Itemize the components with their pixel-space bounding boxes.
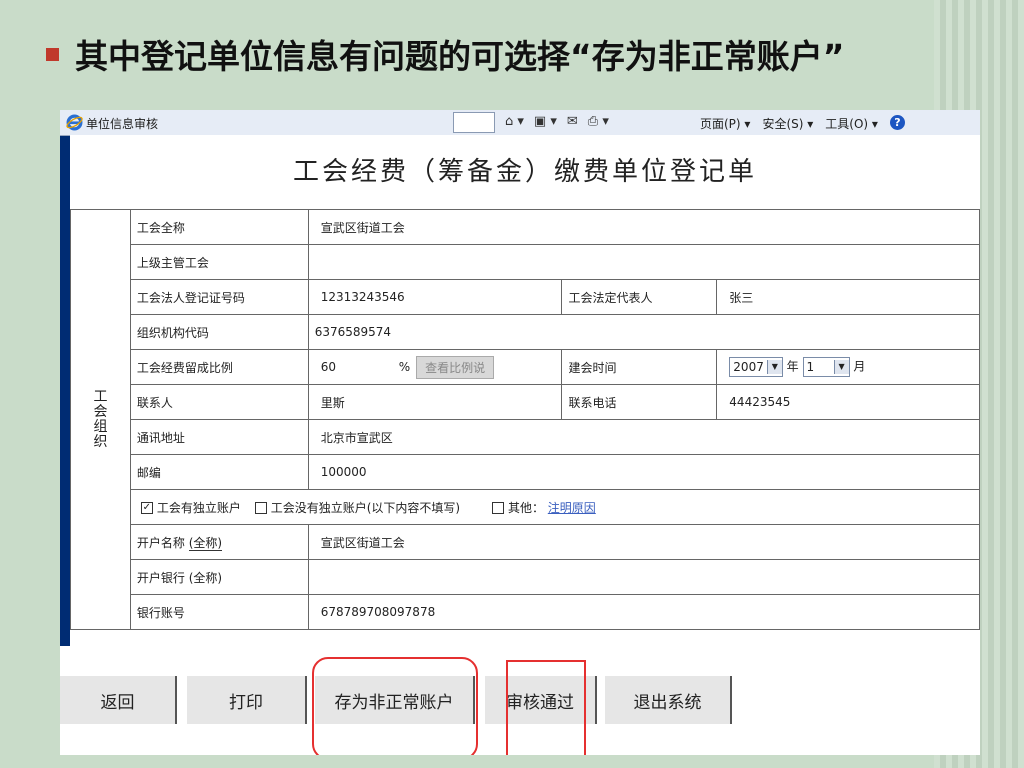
row-org-code: 组织机构代码 6376589574 xyxy=(71,314,980,350)
month-unit: 月 xyxy=(853,359,866,374)
label-org-code: 组织机构代码 xyxy=(129,314,309,350)
slide-title-text: 其中登记单位信息有问题的可选择“存为非正常账户” xyxy=(75,37,845,76)
form-title: 工会经费（筹备金）缴费单位登记单 xyxy=(292,157,757,187)
menu-page[interactable]: 页面(P) ▾ xyxy=(700,115,750,132)
row-contact: 联系人 里斯 联系电话 44423545 xyxy=(71,384,980,420)
value-union-name[interactable]: 宣武区街道工会 xyxy=(307,209,980,245)
browser-window: 单位信息审核 ⌂ ▾ ▣ ▾ ✉ ⎙ ▾ 页面(P) ▾ 安全(S) ▾ 工具(… xyxy=(60,110,980,755)
row-parent-union: 上级主管工会 xyxy=(71,244,980,280)
slide-title: 其中登记单位信息有问题的可选择“存为非正常账户” xyxy=(46,28,844,80)
label-zip: 邮编 xyxy=(129,454,309,490)
year-select[interactable]: 2007 ▼ xyxy=(729,357,783,377)
side-label: 工会组织 xyxy=(70,209,131,630)
year-unit: 年 xyxy=(786,359,799,374)
label-contact: 联系人 xyxy=(129,384,309,420)
row-account-name: 开户名称 (全称) 宣武区街道工会 xyxy=(71,524,980,560)
row-union-name: 工会组织 工会全称 宣武区街道工会 xyxy=(70,209,980,630)
back-button[interactable]: 返回 xyxy=(60,676,177,724)
bullet-icon xyxy=(46,47,59,61)
value-parent-union[interactable] xyxy=(307,244,980,280)
row-account-options: ✓ 工会有独立账户 工会没有独立账户(以下内容不填写) 其他： 注明原因 xyxy=(71,489,980,525)
specify-reason-link[interactable]: 注明原因 xyxy=(548,501,596,515)
has-account-checkbox[interactable]: ✓ 工会有独立账户 xyxy=(140,501,241,515)
label-legal-rep: 工会法定代表人 xyxy=(561,279,718,315)
help-icon[interactable]: ? xyxy=(889,115,905,130)
form-table: 工会组织 工会全称 宣武区街道工会 上级主管工会 工会法人登记证号码 12313… xyxy=(70,209,980,630)
checkbox-checked-icon: ✓ xyxy=(140,502,153,514)
chevron-down-icon: ▼ xyxy=(766,360,782,374)
value-phone[interactable]: 44423545 xyxy=(716,384,980,420)
view-ratio-button[interactable]: 查看比例说 xyxy=(416,355,495,379)
value-account-name[interactable]: 宣武区街道工会 xyxy=(307,524,980,560)
other-checkbox[interactable]: 其他： xyxy=(491,501,544,515)
no-account-checkbox[interactable]: 工会没有独立账户(以下内容不填写) xyxy=(254,501,460,515)
label-account-name: 开户名称 (全称) xyxy=(129,524,309,560)
window-title: 单位信息审核 xyxy=(86,117,159,131)
row-reg-no: 工会法人登记证号码 12313243546 工会法定代表人 张三 xyxy=(71,279,980,315)
row-zip: 邮编 100000 xyxy=(71,454,980,490)
value-reg-no[interactable]: 12313243546 xyxy=(307,279,563,315)
exit-button[interactable]: 退出系统 xyxy=(605,676,732,724)
label-address: 通讯地址 xyxy=(129,419,309,455)
mail-icon[interactable]: ✉ xyxy=(567,114,578,129)
row-account-no: 银行账号 678789708097878 xyxy=(71,594,980,630)
print-icon[interactable]: ⎙ ▾ xyxy=(588,114,609,129)
ratio-unit: % xyxy=(398,359,411,374)
label-union-name: 工会全称 xyxy=(129,209,309,245)
label-bank: 开户银行 (全称) xyxy=(129,559,309,595)
checkbox-icon xyxy=(491,502,504,514)
highlight-rect xyxy=(506,660,586,755)
value-ratio[interactable]: 60 xyxy=(321,360,399,374)
value-address[interactable]: 北京市宣武区 xyxy=(307,419,980,455)
label-parent-union: 上级主管工会 xyxy=(129,244,309,280)
value-account-no[interactable]: 678789708097878 xyxy=(307,594,980,630)
highlight-oval xyxy=(312,657,478,755)
value-bank[interactable] xyxy=(307,559,980,595)
label-phone: 联系电话 xyxy=(561,384,718,420)
home-icon[interactable]: ⌂ ▾ xyxy=(505,114,524,129)
row-ratio: 工会经费留成比例 60% 查看比例说 建会时间 2007 ▼ 年 1 ▼ 月 xyxy=(71,349,980,385)
button-bar: 返回 打印 存为非正常账户 审核通过 退出系统 xyxy=(60,646,980,755)
print-button[interactable]: 打印 xyxy=(187,676,307,724)
row-bank: 开户银行 (全称) xyxy=(71,559,980,595)
tab-placeholder[interactable] xyxy=(453,112,495,133)
month-select[interactable]: 1 ▼ xyxy=(802,357,850,377)
value-contact[interactable]: 里斯 xyxy=(307,384,563,420)
feeds-icon[interactable]: ▣ ▾ xyxy=(534,114,557,129)
menu-tools[interactable]: 工具(O) ▾ xyxy=(825,115,878,132)
account-options-cell: ✓ 工会有独立账户 工会没有独立账户(以下内容不填写) 其他： 注明原因 xyxy=(129,489,980,525)
value-zip[interactable]: 100000 xyxy=(307,454,980,490)
label-founded: 建会时间 xyxy=(561,349,718,385)
ratio-cell: 60% 查看比例说 xyxy=(307,349,563,385)
value-org-code[interactable]: 6376589574 xyxy=(307,314,980,350)
label-account-no: 银行账号 xyxy=(129,594,309,630)
row-address: 通讯地址 北京市宣武区 xyxy=(71,419,980,455)
menu-security[interactable]: 安全(S) ▾ xyxy=(762,115,813,132)
registration-form: 工会经费（筹备金）缴费单位登记单 工会组织 工会全称 宣武区街道工会 上级主管工… xyxy=(70,135,980,646)
label-reg-no: 工会法人登记证号码 xyxy=(129,279,309,315)
founded-cell: 2007 ▼ 年 1 ▼ 月 xyxy=(716,349,980,385)
label-ratio: 工会经费留成比例 xyxy=(129,349,309,385)
checkbox-icon xyxy=(254,502,267,514)
value-legal-rep[interactable]: 张三 xyxy=(716,279,980,315)
browser-titlebar: 单位信息审核 ⌂ ▾ ▣ ▾ ✉ ⎙ ▾ 页面(P) ▾ 安全(S) ▾ 工具(… xyxy=(60,110,980,136)
chevron-down-icon: ▼ xyxy=(833,360,849,374)
ie-logo-icon xyxy=(66,114,83,131)
